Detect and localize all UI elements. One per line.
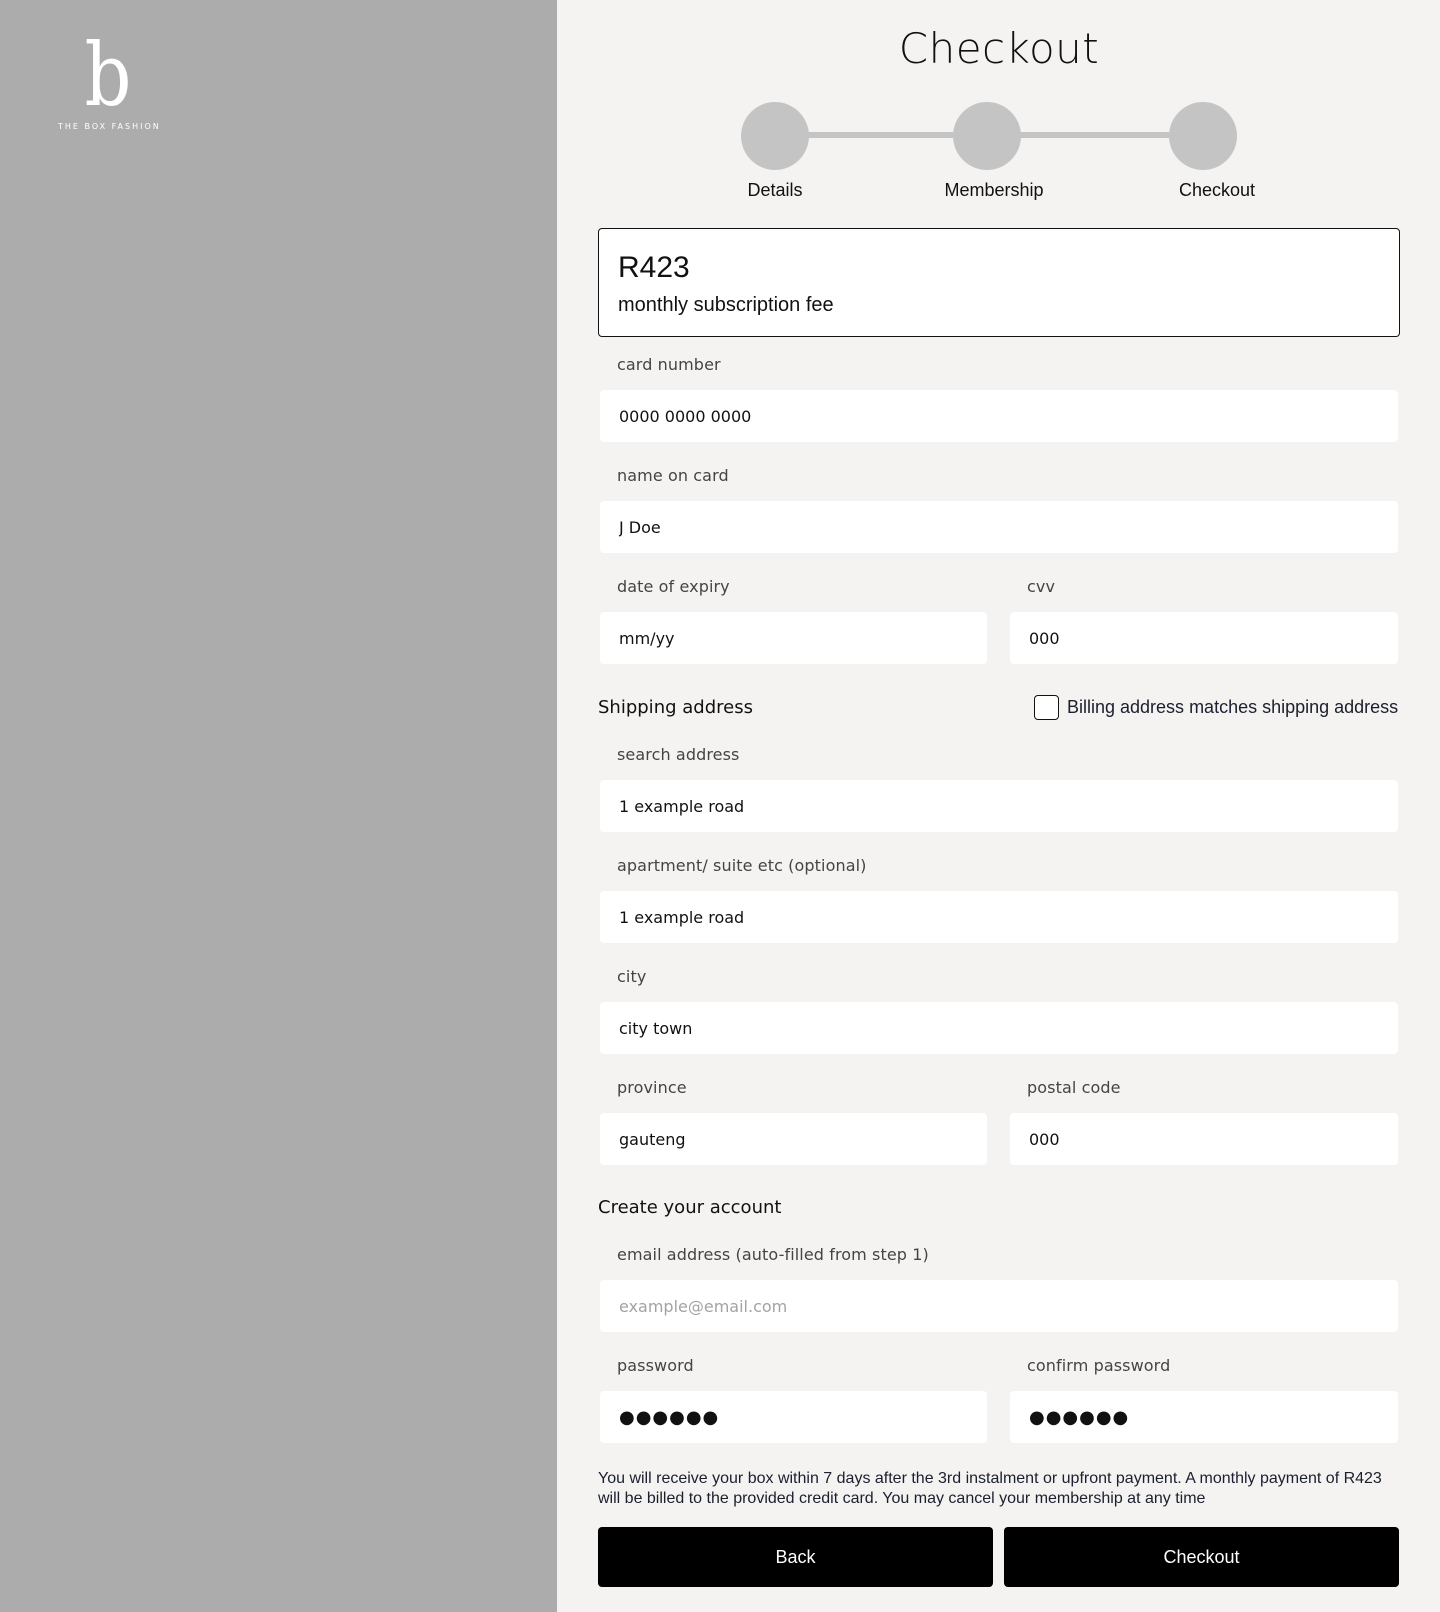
cvv-label: cvv	[1027, 577, 1056, 596]
logo: b THE BOX FASHION	[58, 26, 159, 131]
fee-amount: R423	[618, 251, 690, 284]
shipping-address-heading: Shipping address	[598, 697, 753, 718]
subscription-fee-card: R423 monthly subscription fee	[598, 228, 1400, 337]
apartment-input[interactable]	[600, 891, 1398, 943]
step-circle-checkout	[1169, 102, 1237, 170]
logo-mark: b	[84, 26, 132, 126]
delivery-billing-notice: You will receive your box within 7 days …	[598, 1470, 1382, 1507]
step-label-checkout: Checkout	[1178, 180, 1256, 200]
email-input[interactable]	[600, 1280, 1398, 1332]
card-number-input[interactable]	[600, 390, 1398, 442]
step-circle-details	[741, 102, 809, 170]
step-circle-membership	[953, 102, 1021, 170]
province-input[interactable]	[600, 1113, 987, 1165]
back-button[interactable]: Back	[598, 1527, 993, 1587]
create-account-heading: Create your account	[598, 1197, 782, 1218]
step-label-details: Details	[747, 180, 803, 200]
name-on-card-label: name on card	[617, 466, 729, 485]
city-input[interactable]	[600, 1002, 1398, 1054]
postal-code-label: postal code	[1027, 1078, 1121, 1097]
password-input[interactable]	[600, 1391, 987, 1443]
expiry-label: date of expiry	[617, 577, 730, 596]
checkbox-box[interactable]	[1034, 695, 1059, 720]
step-connector	[1019, 132, 1169, 138]
card-number-label: card number	[617, 355, 721, 374]
province-label: province	[617, 1078, 687, 1097]
city-label: city	[617, 967, 647, 986]
search-address-input[interactable]	[600, 780, 1398, 832]
postal-code-input[interactable]	[1010, 1113, 1398, 1165]
billing-matches-shipping-checkbox[interactable]: Billing address matches shipping address	[1034, 695, 1398, 720]
search-address-label: search address	[617, 745, 740, 764]
checkout-button[interactable]: Checkout	[1004, 1527, 1399, 1587]
name-on-card-input[interactable]	[600, 501, 1398, 553]
step-connector	[807, 132, 953, 138]
billing-matches-shipping-label: Billing address matches shipping address	[1067, 697, 1399, 717]
cvv-input[interactable]	[1010, 612, 1398, 664]
page-title: Checkout	[898, 24, 1100, 73]
confirm-password-input[interactable]	[1010, 1391, 1398, 1443]
apartment-label: apartment/ suite etc (optional)	[617, 856, 867, 875]
expiry-input[interactable]	[600, 612, 987, 664]
step-label-membership: Membership	[944, 180, 1044, 200]
password-label: password	[617, 1356, 694, 1375]
fee-caption: monthly subscription fee	[618, 294, 834, 316]
email-label: email address (auto-filled from step 1)	[617, 1245, 929, 1264]
brand-panel: b THE BOX FASHION	[0, 0, 557, 1612]
confirm-password-label: confirm password	[1027, 1356, 1171, 1375]
